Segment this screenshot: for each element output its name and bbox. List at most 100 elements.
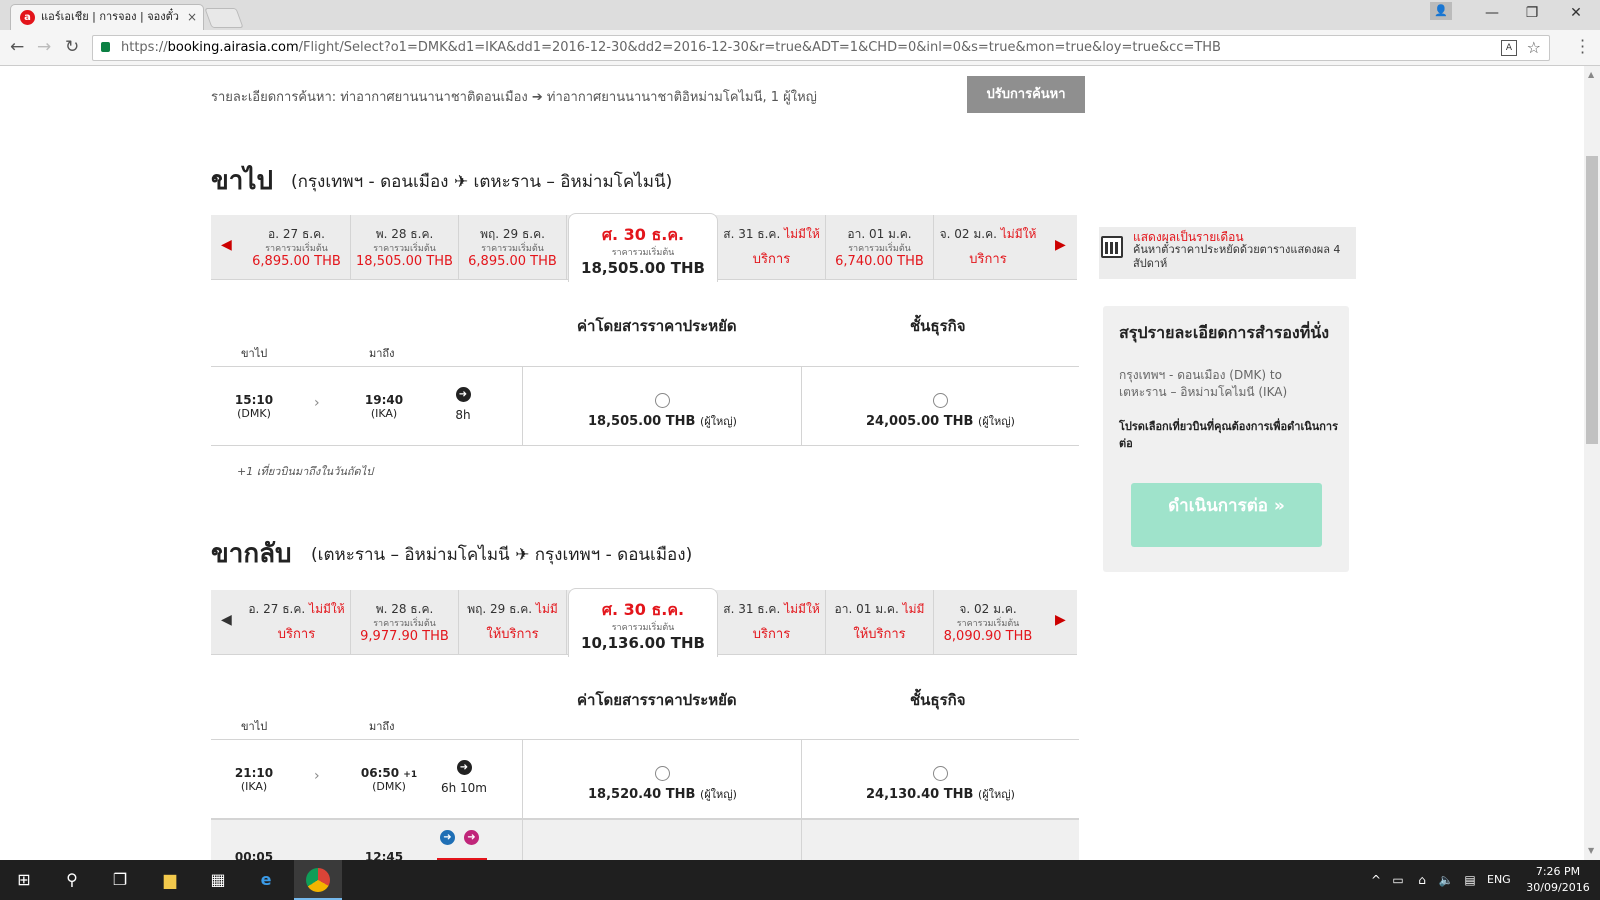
arrival-time: 19:40 (IKA) [359, 393, 409, 420]
action-center-icon[interactable]: ▤ [1458, 868, 1482, 892]
depart-column-header: ขาไป [241, 347, 268, 360]
day-price: 8,090.90 THB [943, 629, 1033, 644]
url-scheme: https:// [121, 40, 168, 55]
back-button[interactable]: ← [10, 37, 24, 57]
translate-icon[interactable]: A [1501, 40, 1517, 56]
day-name: อ. 27 ธ.ค. [248, 602, 306, 616]
reload-button[interactable]: ↻ [65, 37, 79, 57]
url-input[interactable]: https://booking.airasia.com/Flight/Selec… [92, 35, 1550, 61]
return-day[interactable]: พฤ. 29 ธ.ค. ไม่มี ให้บริการ [459, 590, 567, 655]
volume-icon[interactable]: 🔈 [1434, 868, 1458, 892]
day-price: 18,505.00 THB [356, 254, 453, 269]
chrome-icon[interactable] [306, 868, 330, 892]
day-no-service: บริการ [969, 252, 1007, 267]
business-fare-option[interactable]: 24,005.00 THB (ผู้ใหญ่) [801, 367, 1079, 445]
prev-dates-icon[interactable]: ◀ [221, 612, 232, 628]
departure-time-value: 21:10 [234, 766, 274, 780]
departure-time: 21:10 (IKA) [229, 766, 279, 793]
business-fare-option[interactable]: 24,130.40 THB (ผู้ใหญ่) [801, 740, 1079, 818]
continue-button[interactable]: ดำเนินการต่อ » [1131, 483, 1322, 547]
outbound-day[interactable]: อ. 27 ธ.ค. ราคารวมเริ่มต้น 6,895.00 THB [243, 215, 351, 280]
clock-time[interactable]: 7:26 PM [1528, 865, 1588, 878]
scroll-up-icon[interactable]: ▲ [1588, 70, 1594, 79]
close-window-button[interactable]: ✕ [1556, 0, 1596, 26]
user-profile-icon[interactable]: 👤 [1430, 2, 1452, 20]
chevron-right-icon: › [314, 395, 320, 411]
pax-label: (ผู้ใหญ่) [699, 415, 737, 428]
day-no-service: บริการ [277, 627, 316, 642]
restore-button[interactable]: ❐ [1512, 0, 1552, 26]
search-summary: รายละเอียดการค้นหา: ท่าอากาศยานนานาชาติด… [211, 90, 817, 105]
refine-search-button[interactable]: ปรับการค้นหา [967, 76, 1085, 113]
direct-flight-icon[interactable]: ➜ [455, 387, 471, 402]
summary-route: กรุงเทพฯ - ดอนเมือง (DMK) to เตหะราน – อ… [1119, 368, 1288, 399]
summary-note: โปรดเลือกเที่ยวบินที่คุณต้องการเพื่อดำเน… [1119, 420, 1339, 450]
connecting-flight-icon[interactable]: ➜ [440, 830, 455, 845]
business-radio[interactable] [933, 766, 948, 781]
page-scrollbar[interactable]: ▲ ▼ [1584, 66, 1600, 860]
forward-button[interactable]: → [37, 37, 51, 57]
file-explorer-icon[interactable]: ▆ [158, 868, 182, 892]
arrive-column-header: มาถึง [369, 347, 395, 360]
clock-date[interactable]: 30/09/2016 [1522, 881, 1594, 894]
calendar-icon[interactable] [1101, 236, 1123, 258]
outbound-day[interactable]: พฤ. 29 ธ.ค. ราคารวมเริ่มต้น 6,895.00 THB [459, 215, 567, 280]
scrollbar-thumb[interactable] [1586, 156, 1598, 444]
return-day[interactable]: อ. 27 ธ.ค. ไม่มีให้ บริการ [243, 590, 351, 655]
outbound-day[interactable]: อา. 01 ม.ค. ราคารวมเริ่มต้น 6,740.00 THB [826, 215, 934, 280]
day-unavailable: ไม่มี [902, 602, 925, 616]
bookmark-star-icon[interactable]: ☆ [1527, 36, 1541, 60]
tab-close-icon[interactable]: × [187, 5, 197, 29]
airasia-favicon-icon: a [20, 10, 35, 25]
economy-radio[interactable] [655, 393, 670, 408]
return-day[interactable]: พ. 28 ธ.ค. ราคารวมเริ่มต้น 9,977.90 THB [351, 590, 459, 655]
outbound-date-carousel: ◀ อ. 27 ธ.ค. ราคารวมเริ่มต้น 6,895.00 TH… [211, 213, 1077, 282]
outbound-day[interactable]: พ. 28 ธ.ค. ราคารวมเริ่มต้น 18,505.00 THB [351, 215, 459, 280]
show-hidden-icons-icon[interactable]: ^ [1364, 868, 1388, 892]
day-no-service: บริการ [752, 252, 791, 267]
network-icon[interactable]: ⌂ [1410, 868, 1434, 892]
return-day[interactable]: อา. 01 ม.ค. ไม่มี ให้บริการ [826, 590, 934, 655]
store-icon[interactable]: ▦ [206, 868, 230, 892]
power-icon[interactable]: ▭ [1386, 868, 1410, 892]
internet-explorer-icon[interactable]: e [254, 868, 278, 892]
day-name: พฤ. 29 ธ.ค. [467, 602, 533, 616]
next-dates-icon[interactable]: ▶ [1055, 612, 1066, 628]
minimize-button[interactable]: — [1472, 0, 1512, 26]
economy-fare-option[interactable]: 18,505.00 THB (ผู้ใหญ่) [522, 367, 802, 445]
language-indicator[interactable]: ENG [1487, 873, 1511, 886]
return-day[interactable]: ส. 31 ธ.ค. ไม่มีให้ บริการ [718, 590, 826, 655]
flight-duration[interactable]: ➜ 6h 10m [439, 760, 489, 795]
search-icon[interactable]: ⚲ [60, 868, 84, 892]
business-radio[interactable] [933, 393, 948, 408]
outbound-day[interactable]: ส. 31 ธ.ค. ไม่มีให้ บริการ [718, 215, 826, 280]
day-from-label: ราคารวมเริ่มต้น [611, 248, 675, 258]
day-price: 6,895.00 THB [468, 254, 557, 269]
new-tab-button[interactable] [204, 8, 244, 28]
economy-fare-option[interactable]: 18,520.40 THB (ผู้ใหญ่) [522, 740, 802, 818]
outbound-day[interactable]: จ. 02 ม.ค. ไม่มีให้ บริการ [934, 215, 1042, 280]
return-title: ขากลับ [211, 539, 292, 569]
browser-tab-bar: a แอร์เอเชีย | การจอง | จองตั๋ว × 👤 — ❐ … [0, 0, 1600, 30]
next-dates-icon[interactable]: ▶ [1055, 237, 1066, 253]
direct-flight-icon[interactable]: ➜ [456, 760, 472, 775]
windows-start-icon[interactable]: ⊞ [12, 868, 36, 892]
day-no-service: ให้บริการ [853, 627, 906, 642]
browser-menu-icon[interactable]: · · · [1580, 33, 1585, 61]
scroll-down-icon[interactable]: ▼ [1588, 846, 1594, 855]
browser-tab[interactable]: a แอร์เอเชีย | การจอง | จองตั๋ว × [10, 4, 204, 30]
economy-radio[interactable] [655, 766, 670, 781]
return-day[interactable]: จ. 02 ม.ค. ราคารวมเริ่มต้น 8,090.90 THB [934, 590, 1042, 655]
return-day-selected[interactable]: ศ. 30 ธ.ค. ราคารวมเริ่มต้น 10,136.00 THB [568, 588, 718, 657]
arrive-column-header: มาถึง [369, 720, 395, 733]
business-fare-header: ชั้นธุรกิจ [910, 317, 966, 335]
flight-duration[interactable]: ➜ 8h [443, 387, 483, 422]
prev-dates-icon[interactable]: ◀ [221, 237, 232, 253]
chevron-right-icon: › [314, 768, 320, 784]
day-name: ส. 31 ธ.ค. [723, 602, 781, 616]
task-view-icon[interactable]: ❐ [108, 868, 132, 892]
windows-taskbar: ⊞ ⚲ ❐ ▆ ▦ e ^ ▭ ⌂ 🔈 ▤ ENG 7:26 PM 30/09/… [0, 860, 1600, 900]
partner-flight-icon[interactable]: ➜ [464, 830, 479, 845]
outbound-day-selected[interactable]: ศ. 30 ธ.ค. ราคารวมเริ่มต้น 18,505.00 THB [568, 213, 718, 282]
arrival-time-value: 19:40 [364, 393, 404, 407]
